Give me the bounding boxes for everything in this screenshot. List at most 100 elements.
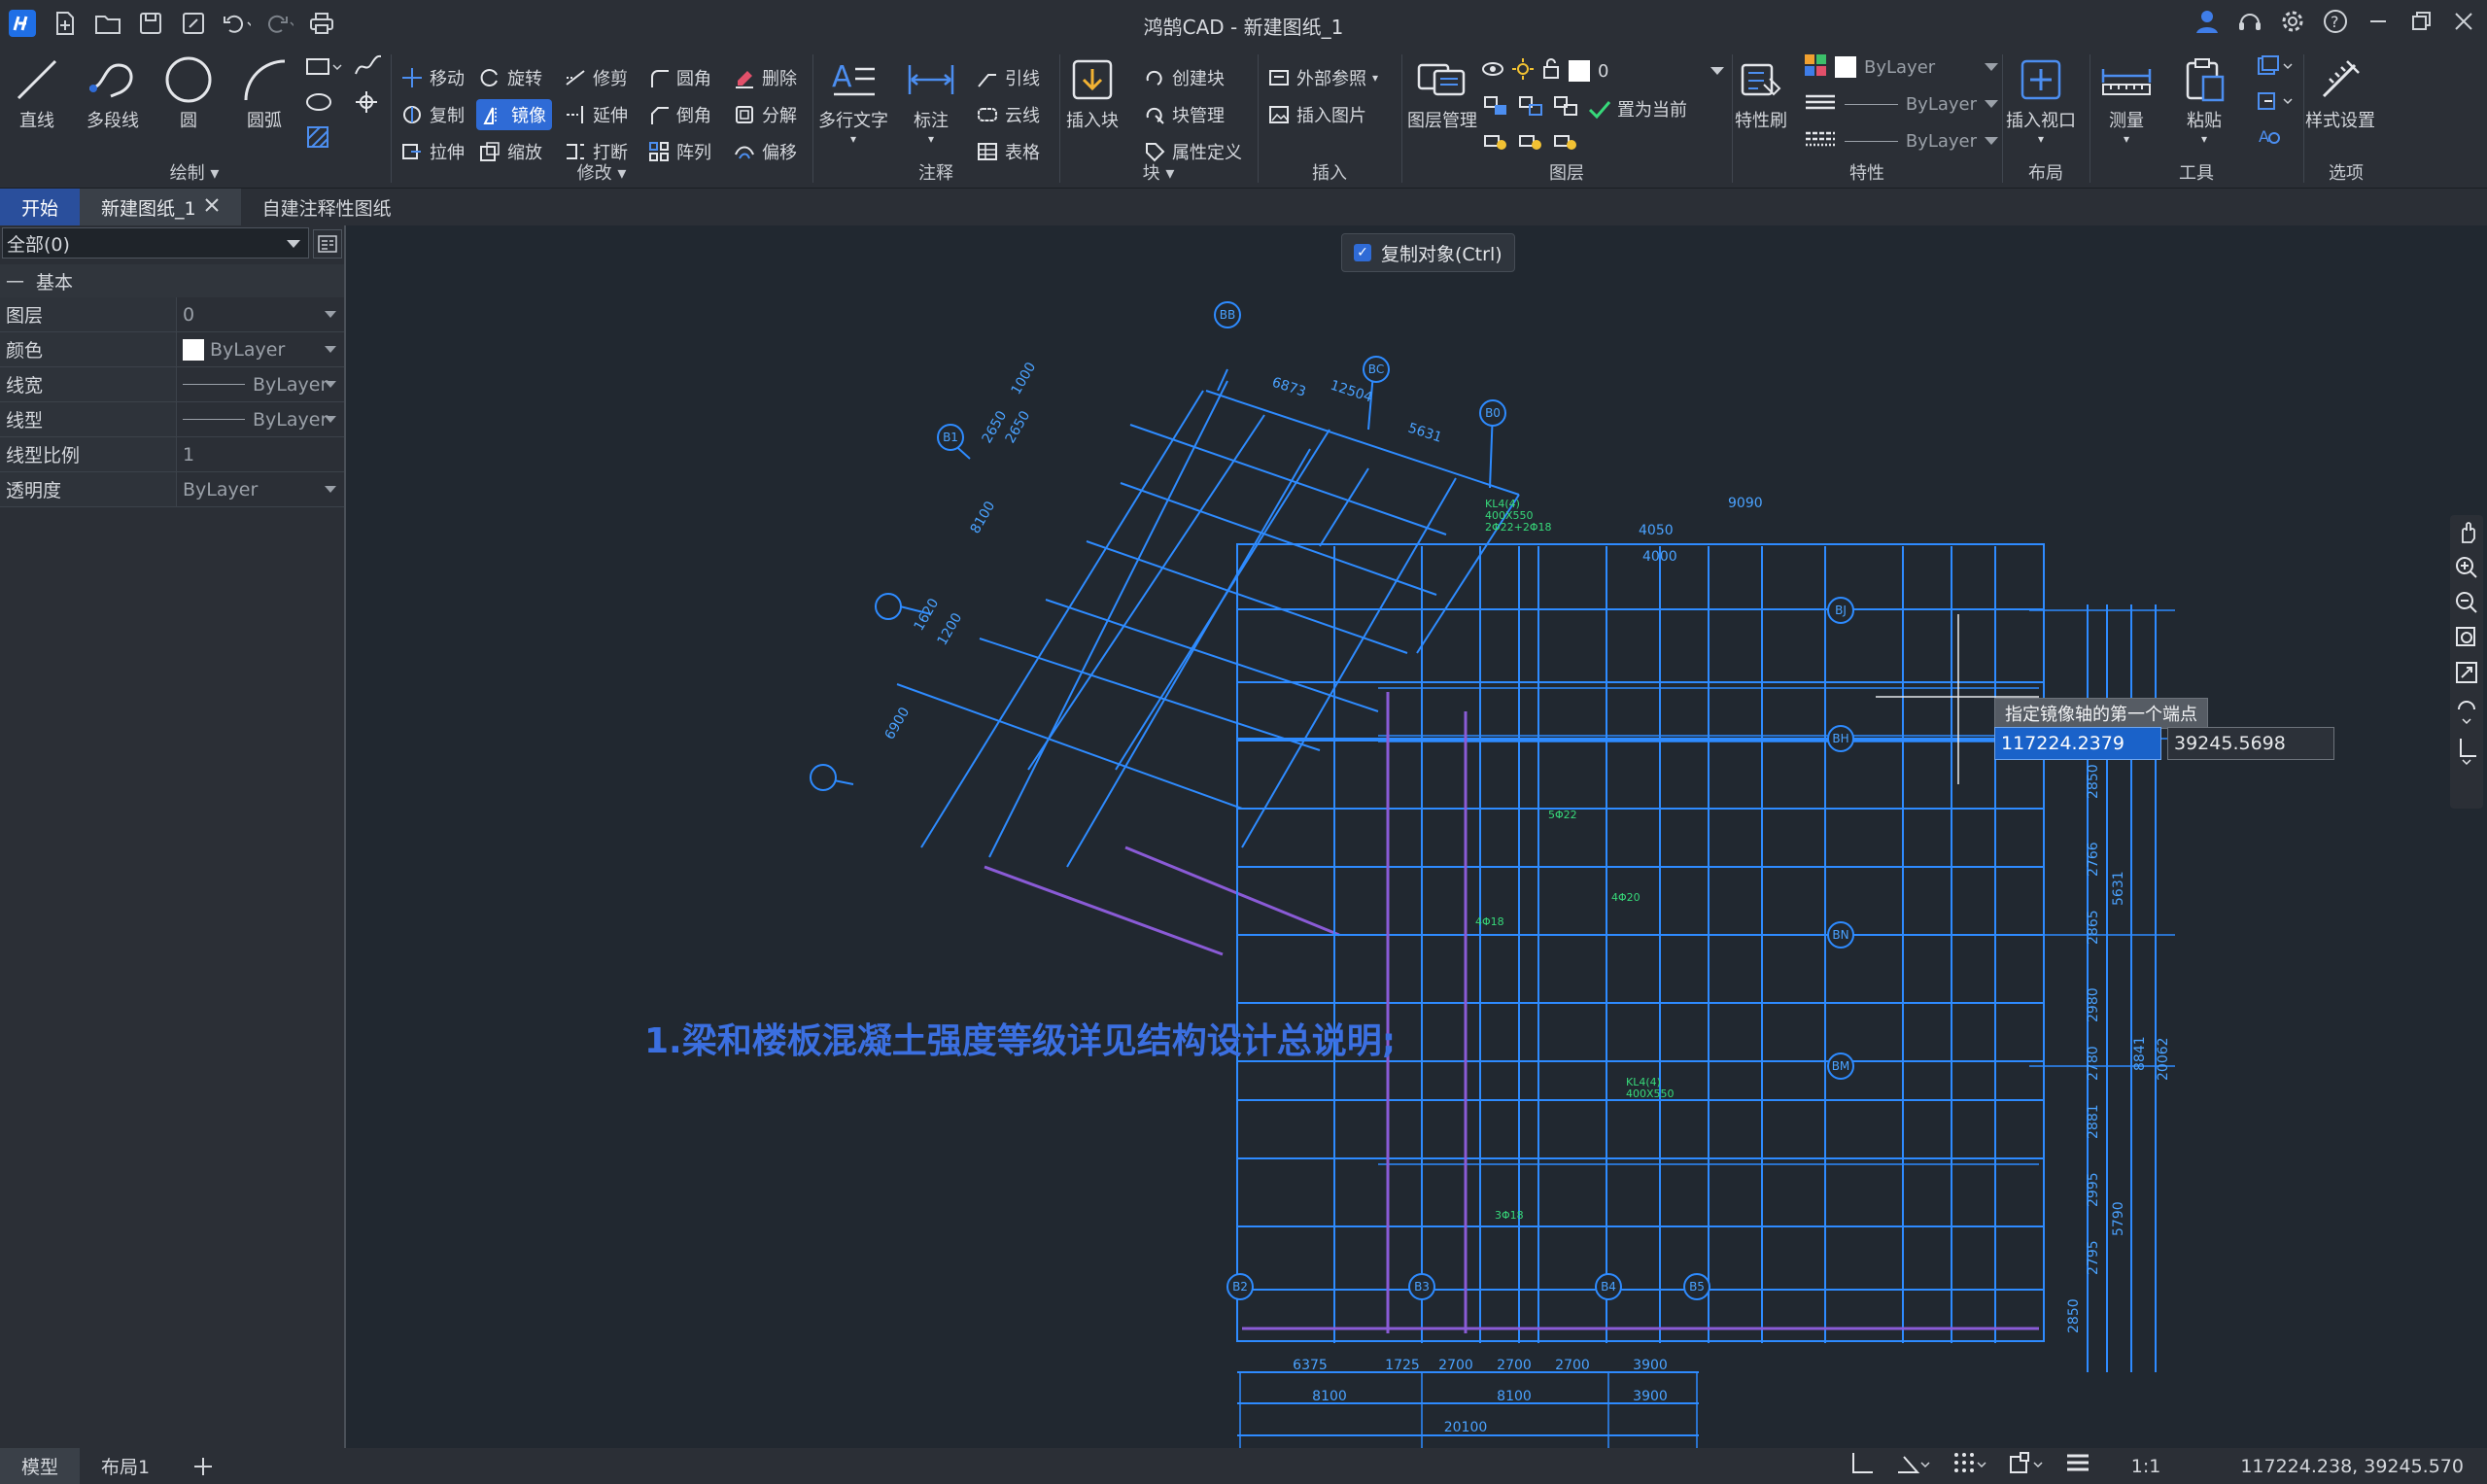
help-icon[interactable]: ? (2322, 8, 2349, 39)
save-icon[interactable] (136, 9, 165, 38)
insert-viewport-button[interactable]: 插入视口 ▾ (2006, 52, 2076, 146)
block-group-label[interactable]: 块 ▾ (1061, 159, 1256, 185)
spline-icon[interactable] (354, 54, 383, 84)
create-block-button[interactable]: 创建块 (1143, 62, 1225, 93)
layer-previous-icon[interactable] (1518, 95, 1543, 121)
color-dropdown[interactable]: ByLayer (1804, 52, 1998, 82)
prop-row-color[interactable]: 颜色 ByLayer (0, 332, 344, 367)
leader-button[interactable]: 引线 (976, 62, 1040, 93)
extend-button[interactable]: 延伸 (564, 99, 628, 130)
zoom-extents-icon[interactable] (2455, 661, 2478, 688)
tab-annotative-drawing[interactable]: 自建注释性图纸 (241, 189, 413, 225)
insert-block-button[interactable]: 插入块 (1065, 52, 1120, 132)
set-current-button[interactable]: 置为当前 (1588, 96, 1687, 121)
block-manager-button[interactable]: 块管理 (1143, 99, 1225, 130)
linetype-dropdown[interactable]: ByLayer (1804, 89, 1998, 119)
save-as-icon[interactable] (179, 9, 208, 38)
annotation-scale[interactable]: 1:1 (2131, 1456, 2161, 1477)
support-icon[interactable] (2236, 8, 2263, 39)
copy-button[interactable]: 复制 (400, 99, 465, 130)
polar-icon[interactable] (1896, 1451, 1931, 1481)
paste-special-icon[interactable] (2257, 89, 2296, 117)
insert-image-button[interactable]: 插入图片 (1267, 99, 1366, 130)
ucs-icon[interactable] (2455, 737, 2478, 770)
minimize-icon[interactable] (2365, 8, 2392, 39)
modify-group-label[interactable]: 修改 ▾ (393, 159, 811, 185)
zoom-out-icon[interactable] (2455, 591, 2478, 618)
user-icon[interactable] (2193, 8, 2221, 39)
lineweight-dropdown[interactable]: ByLayer (1804, 126, 1998, 155)
arc-button[interactable]: 圆弧 (237, 52, 292, 132)
settings-icon[interactable] (2279, 8, 2306, 39)
y-coordinate-input[interactable]: 39245.5698 (2167, 727, 2334, 760)
selection-filter-dropdown[interactable]: 全部(0) (2, 227, 309, 259)
layer-off-icon[interactable] (1483, 130, 1508, 155)
mirror-button[interactable]: 镜像 (476, 99, 552, 130)
prop-row-lineweight[interactable]: 线宽 ByLayer (0, 367, 344, 402)
erase-button[interactable]: 删除 (733, 62, 797, 93)
circle-button[interactable]: 圆 (161, 52, 216, 132)
mtext-button[interactable]: A 多行文字 ▾ (818, 52, 888, 146)
open-file-icon[interactable] (93, 9, 122, 38)
layer-isolate-icon[interactable] (1553, 95, 1578, 121)
fillet-button[interactable]: 圆角 (647, 62, 711, 93)
undo-icon[interactable] (222, 9, 251, 38)
prop-row-linetype-scale[interactable]: 线型比例 1 (0, 437, 344, 472)
prop-row-layer[interactable]: 图层 0 (0, 297, 344, 332)
layer-match-icon[interactable] (1483, 95, 1508, 121)
trim-button[interactable]: 修剪 (564, 62, 628, 93)
polyline-button[interactable]: 多段线 (86, 52, 140, 132)
prop-row-transparency[interactable]: 透明度 ByLayer (0, 472, 344, 507)
paste-button[interactable]: 粘贴 ▾ (2177, 52, 2231, 146)
point-icon[interactable] (354, 89, 383, 119)
hatch-icon[interactable] (305, 124, 334, 154)
redo-icon[interactable] (264, 9, 294, 38)
draw-group-label[interactable]: 绘制 ▾ (0, 159, 389, 185)
pan-icon[interactable] (2455, 521, 2478, 548)
orbit-icon[interactable] (2455, 696, 2478, 729)
ortho-icon[interactable] (1849, 1451, 1875, 1481)
explode-button[interactable]: 分解 (733, 99, 797, 130)
restore-icon[interactable] (2407, 8, 2435, 39)
x-coordinate-input[interactable]: 117224.2379 (1994, 727, 2161, 760)
zoom-window-icon[interactable] (2455, 626, 2478, 653)
matchprop-button[interactable]: 特性刷 (1734, 52, 1788, 132)
layer-dropdown[interactable]: 0 (1481, 56, 1724, 86)
chamfer-button[interactable]: 倒角 (647, 99, 711, 130)
close-icon[interactable] (2450, 8, 2477, 39)
checkbox-checked-icon[interactable]: ✓ (1354, 244, 1371, 261)
tab-drawing-1[interactable]: 新建图纸_1 (80, 189, 241, 225)
grid-snap-icon[interactable] (1952, 1451, 1987, 1481)
rotate-button[interactable]: 旋转 (478, 62, 542, 93)
find-text-icon[interactable]: A (2257, 124, 2282, 152)
lineweight-display-icon[interactable] (2065, 1451, 2090, 1481)
layer-freeze-icon[interactable] (1518, 130, 1543, 155)
tab-start[interactable]: 开始 (0, 189, 81, 225)
close-tab-icon[interactable] (204, 196, 220, 218)
tab-layout-1[interactable]: 布局1 (80, 1448, 171, 1484)
xref-button[interactable]: 外部参照 ▾ (1267, 62, 1378, 93)
add-layout-icon[interactable] (171, 1448, 235, 1484)
new-file-icon[interactable] (51, 9, 80, 38)
quick-select-icon[interactable] (313, 229, 342, 259)
move-button[interactable]: 移动 (400, 62, 465, 93)
properties-group-header[interactable]: — 基本 (0, 264, 344, 297)
object-snap-icon[interactable] (2009, 1451, 2044, 1481)
zoom-in-icon[interactable] (2455, 556, 2478, 583)
prop-row-linetype[interactable]: 线型 ByLayer (0, 402, 344, 437)
style-settings-button[interactable]: 样式设置 (2305, 52, 2375, 132)
line-button[interactable]: 直线 (10, 52, 64, 132)
app-logo-icon[interactable] (8, 9, 37, 38)
layer-lock-icon[interactable] (1553, 130, 1578, 155)
ellipse-icon[interactable] (305, 89, 334, 119)
dimension-button[interactable]: 标注 ▾ (904, 52, 958, 146)
revcloud-button[interactable]: 云线 (976, 99, 1040, 130)
drawing-canvas[interactable]: BB BC B0 B1 BJ BH BN BM B2 B3 B4 B5 6375… (348, 225, 2487, 1448)
copy-clip-icon[interactable] (2257, 54, 2296, 82)
tab-model[interactable]: 模型 (0, 1448, 81, 1484)
print-icon[interactable] (307, 9, 336, 38)
copy-object-toggle[interactable]: ✓ 复制对象(Ctrl) (1341, 233, 1515, 272)
layer-manager-button[interactable]: 图层管理 (1407, 52, 1477, 132)
rectangle-icon[interactable] (305, 54, 344, 84)
measure-button[interactable]: 测量 ▾ (2099, 52, 2154, 146)
